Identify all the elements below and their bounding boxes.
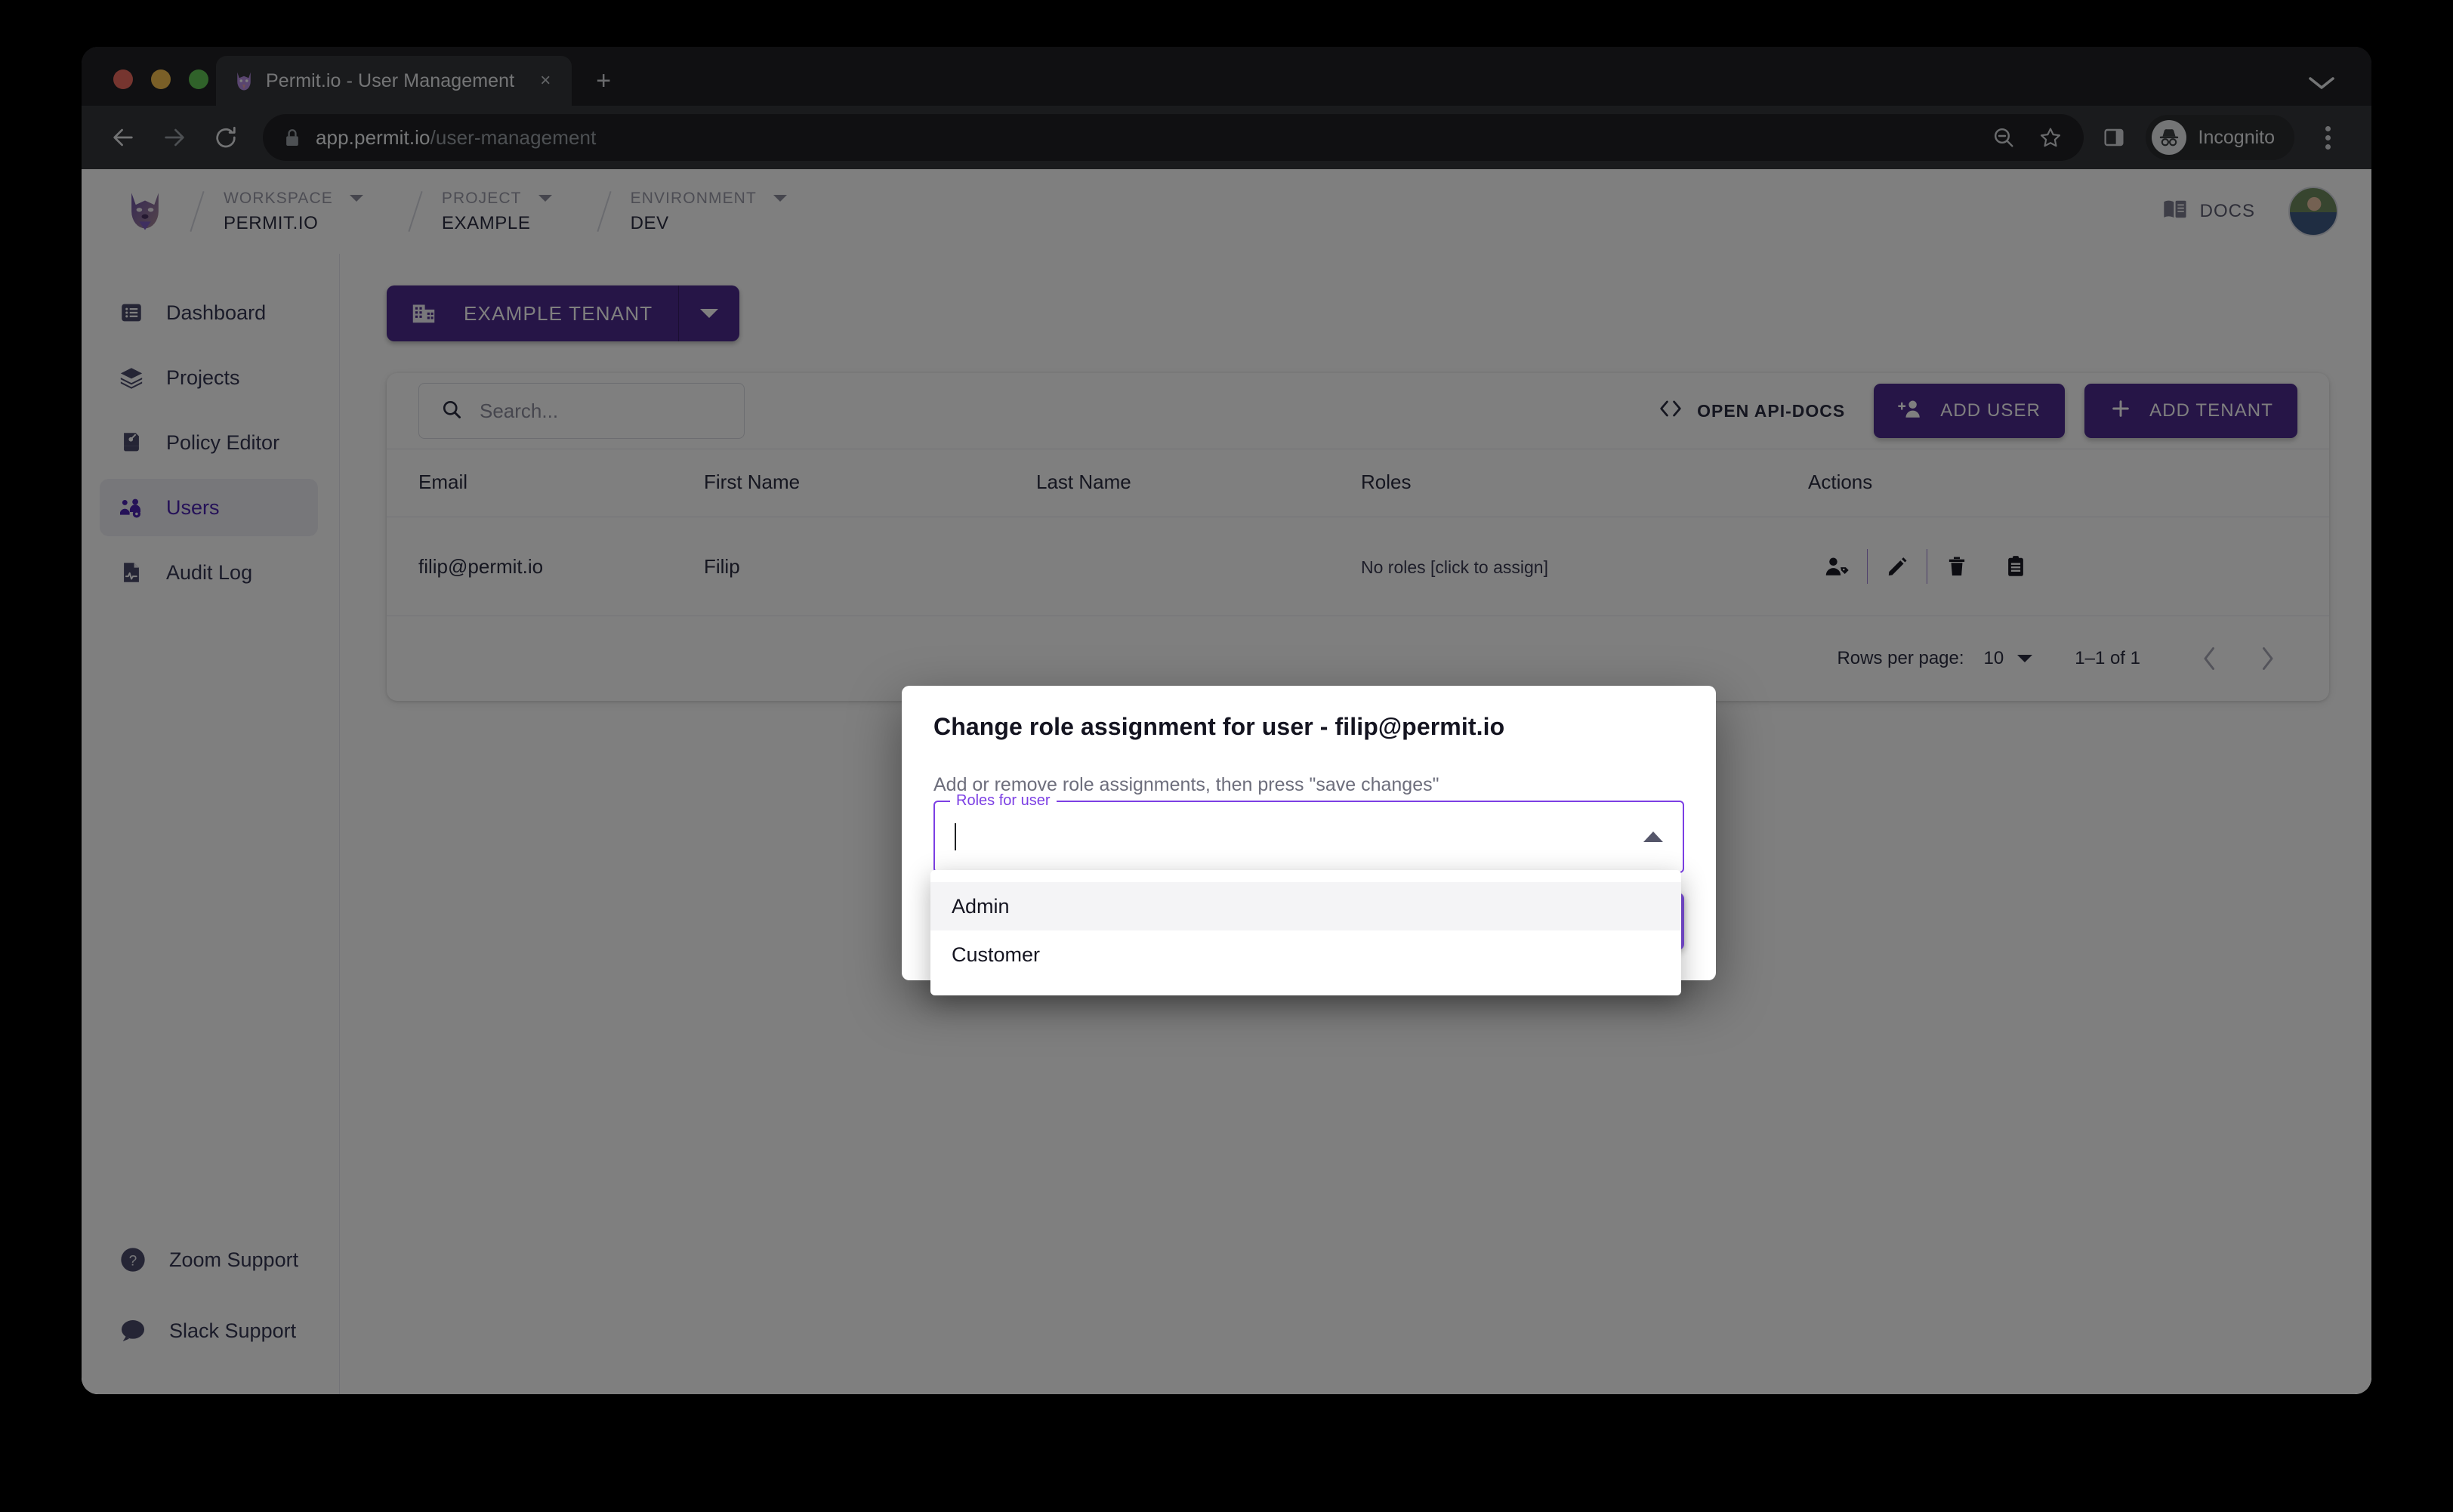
browser-window: Permit.io - User Management × +	[82, 47, 2371, 1394]
roles-dropdown-list: Admin Customer	[930, 870, 1681, 995]
roles-for-user-label: Roles for user	[950, 792, 1057, 810]
dropdown-option-customer[interactable]: Customer	[930, 930, 1681, 979]
dropdown-option-admin[interactable]: Admin	[930, 882, 1681, 930]
caret-up-icon[interactable]	[1643, 832, 1663, 842]
dialog-title: Change role assignment for user - filip@…	[933, 713, 1505, 740]
text-caret	[955, 823, 956, 850]
roles-for-user-field[interactable]: Roles for user	[933, 792, 1684, 873]
